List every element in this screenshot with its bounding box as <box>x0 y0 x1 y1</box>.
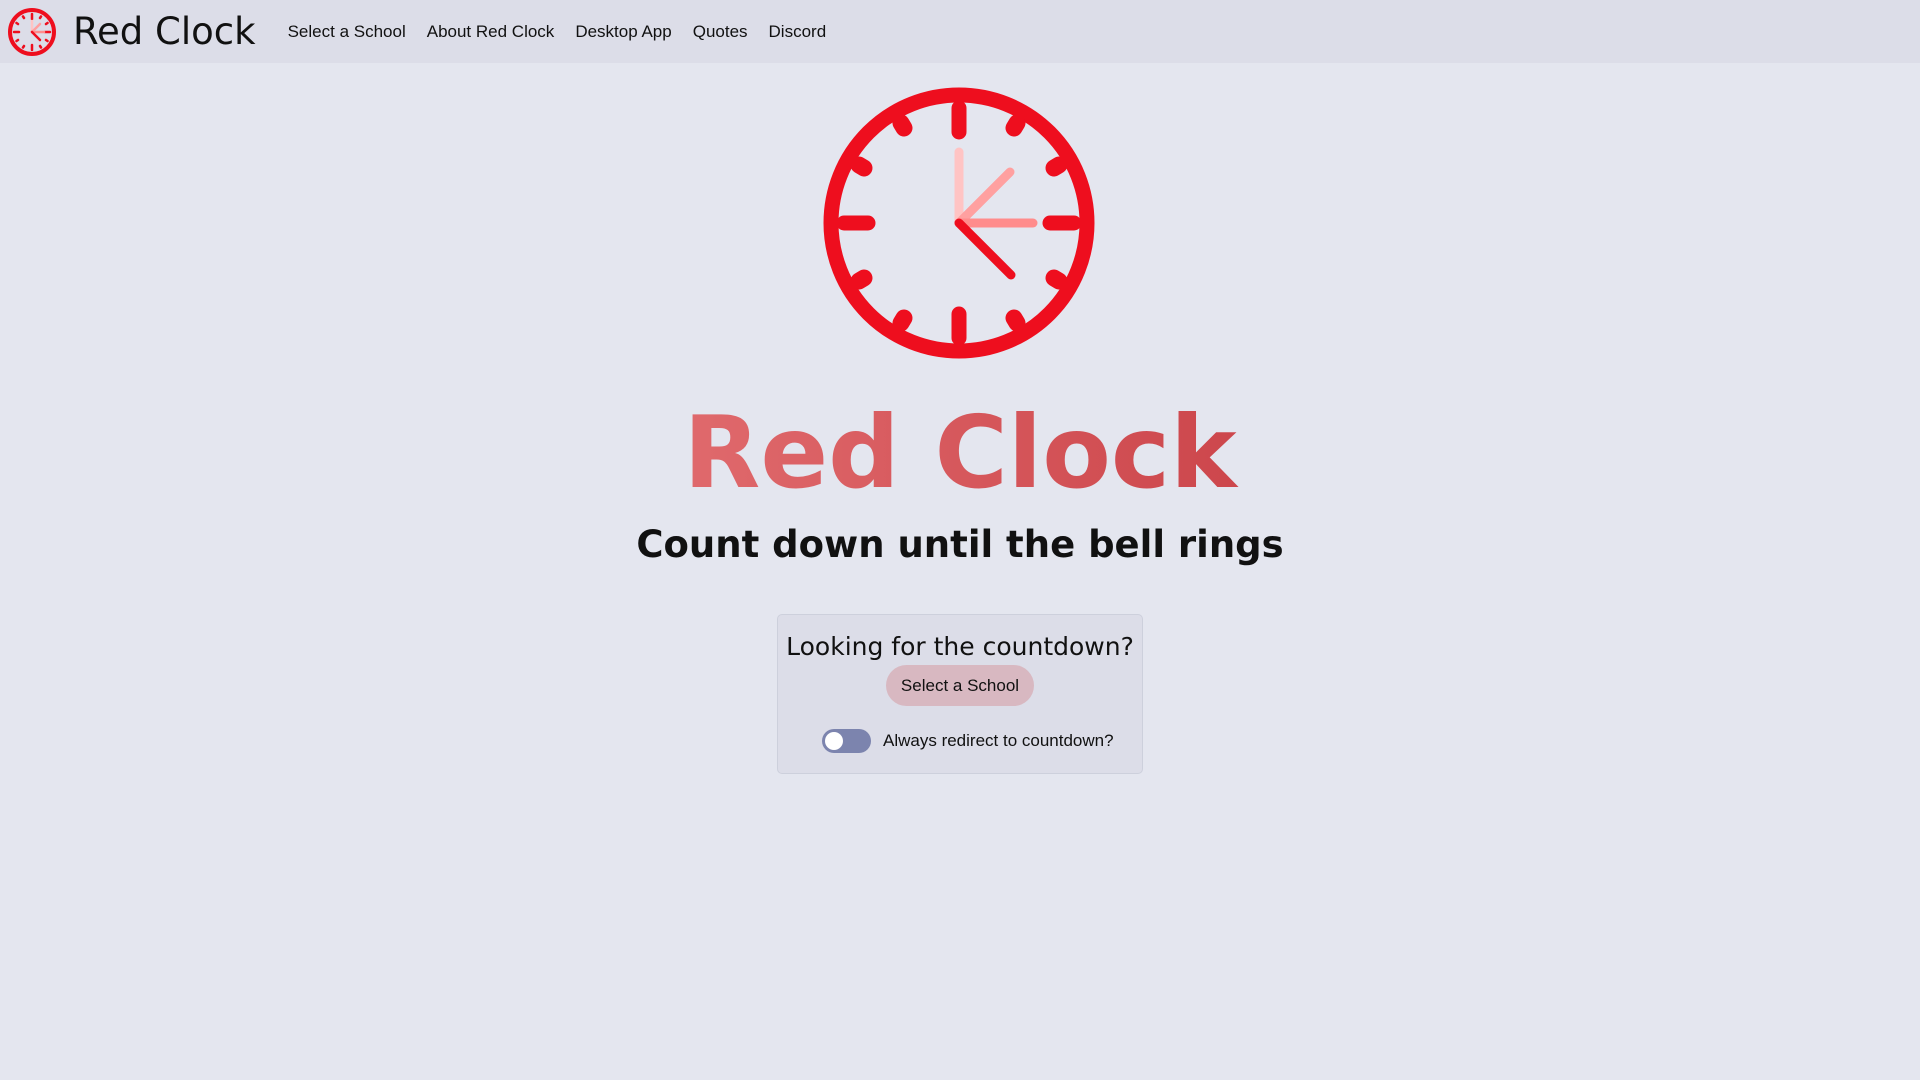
countdown-card: Looking for the countdown? Select a Scho… <box>777 614 1143 774</box>
nav-link-desktop-app[interactable]: Desktop App <box>575 22 671 42</box>
red-clock-logo-icon[interactable] <box>7 7 57 57</box>
hero-subtitle: Count down until the bell rings <box>636 523 1284 566</box>
clock-icon <box>823 87 1095 359</box>
top-navbar: Red Clock Select a School About Red Cloc… <box>0 0 1920 63</box>
hero-title: Red Clock <box>0 398 1920 508</box>
redirect-toggle-label[interactable]: Always redirect to countdown? <box>883 731 1114 751</box>
nav-link-quotes[interactable]: Quotes <box>693 22 748 42</box>
nav-link-select-school[interactable]: Select a School <box>288 22 406 42</box>
nav-link-about[interactable]: About Red Clock <box>427 22 555 42</box>
brand-title[interactable]: Red Clock <box>73 10 256 53</box>
redirect-toggle-row: Always redirect to countdown? <box>822 729 1114 753</box>
toggle-knob <box>825 732 843 750</box>
card-title: Looking for the countdown? <box>786 632 1134 661</box>
nav-links: Select a School About Red Clock Desktop … <box>288 22 848 42</box>
select-school-button[interactable]: Select a School <box>886 665 1034 706</box>
redirect-toggle[interactable] <box>822 729 871 753</box>
nav-link-discord[interactable]: Discord <box>769 22 827 42</box>
